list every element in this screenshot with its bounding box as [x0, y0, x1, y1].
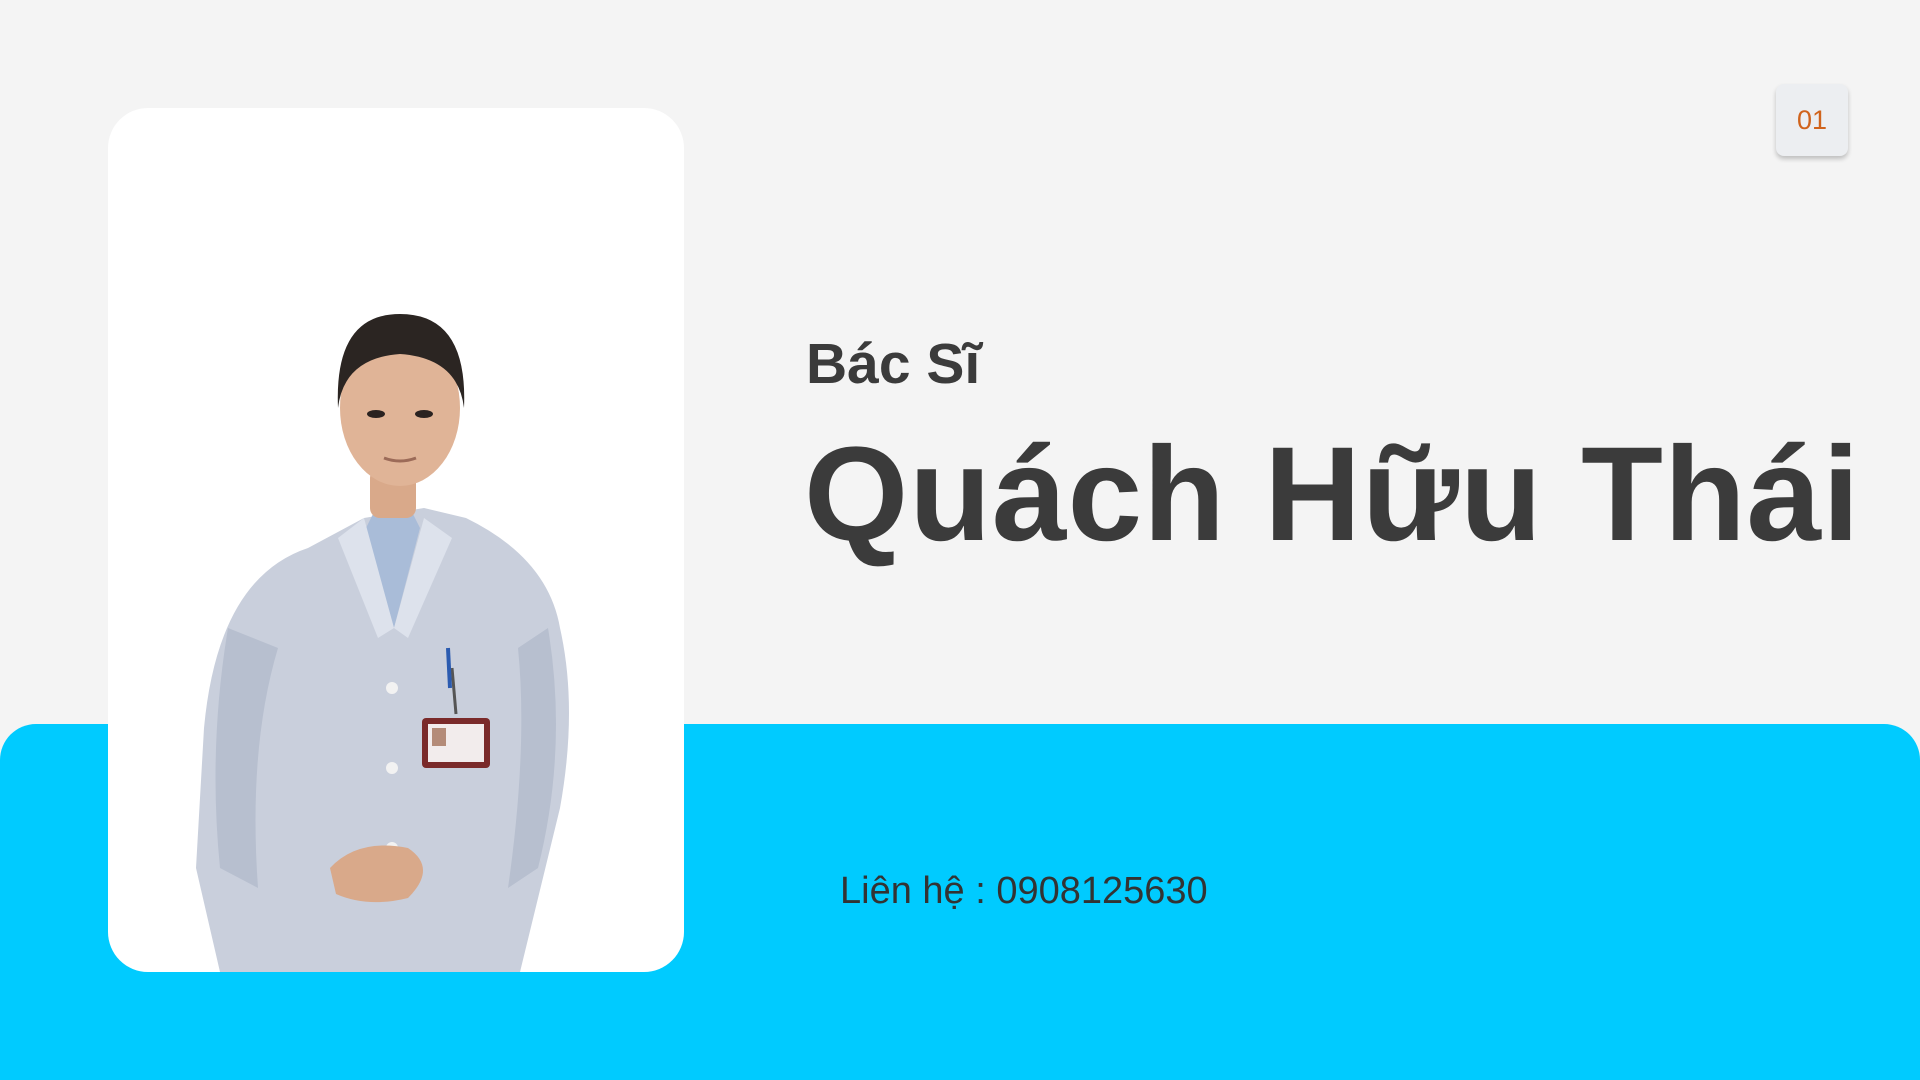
page-number: 01: [1796, 104, 1828, 135]
title-prefix: Bác Sĩ: [806, 332, 981, 396]
doctor-name: Quách Hữu Thái: [804, 420, 1861, 569]
page-number-badge: 01: [1776, 84, 1848, 156]
slide: 01 Bác Sĩ Quách Hữu Thái Liên hệ : 09081…: [0, 0, 1920, 1080]
doctor-photo: [108, 108, 684, 972]
contact-info: Liên hệ : 0908125630: [840, 870, 1208, 912]
